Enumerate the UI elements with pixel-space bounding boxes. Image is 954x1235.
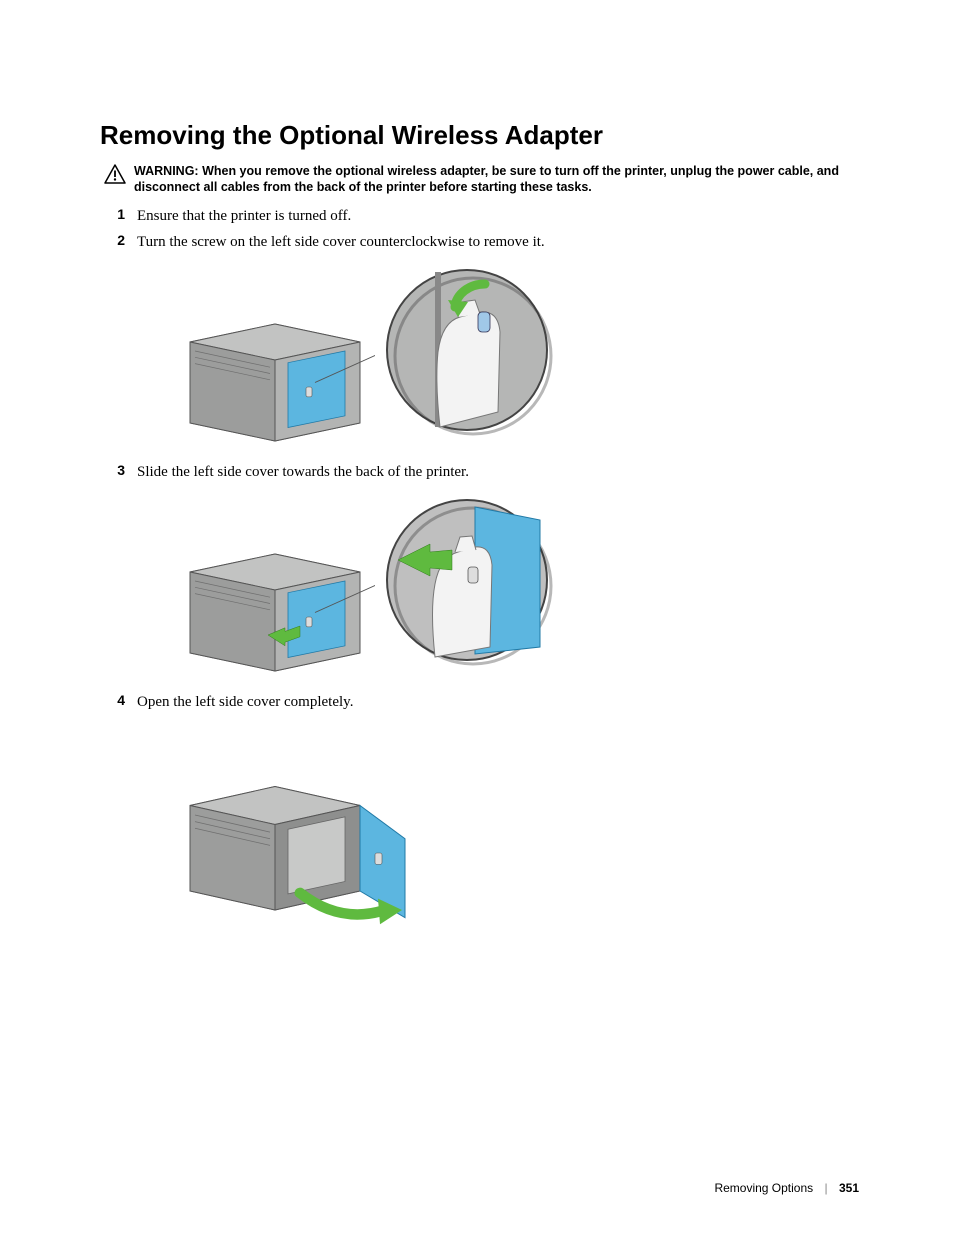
figure-step-4	[180, 723, 859, 913]
step-1: 1 Ensure that the printer is turned off.	[100, 206, 859, 226]
footer-separator: |	[825, 1181, 828, 1195]
page-footer: Removing Options | 351	[714, 1181, 859, 1195]
inset-illustration	[380, 492, 555, 667]
warning-body: When you remove the optional wireless ad…	[134, 164, 839, 194]
printer-illustration	[180, 758, 410, 938]
warning-icon	[104, 164, 126, 189]
step-number: 2	[100, 232, 125, 248]
step-number: 4	[100, 692, 125, 708]
footer-page-number: 351	[839, 1181, 859, 1195]
footer-section: Removing Options	[714, 1181, 813, 1195]
step-number: 1	[100, 206, 125, 222]
inset-illustration	[380, 262, 555, 437]
step-text: Ensure that the printer is turned off.	[137, 206, 351, 226]
figure-step-2	[180, 262, 859, 452]
step-2: 2 Turn the screw on the left side cover …	[100, 232, 859, 252]
step-text: Slide the left side cover towards the ba…	[137, 462, 469, 482]
step-text: Open the left side cover completely.	[137, 692, 353, 712]
step-text: Turn the screw on the left side cover co…	[137, 232, 545, 252]
step-4: 4 Open the left side cover completely.	[100, 692, 859, 712]
section-heading: Removing the Optional Wireless Adapter	[100, 120, 859, 151]
step-3: 3 Slide the left side cover towards the …	[100, 462, 859, 482]
step-number: 3	[100, 462, 125, 478]
warning-block: WARNING: When you remove the optional wi…	[104, 163, 859, 196]
printer-illustration	[180, 297, 375, 447]
warning-text: WARNING: When you remove the optional wi…	[134, 163, 859, 196]
printer-illustration	[180, 527, 375, 682]
figure-step-3	[180, 492, 859, 682]
warning-label: WARNING:	[134, 164, 199, 178]
